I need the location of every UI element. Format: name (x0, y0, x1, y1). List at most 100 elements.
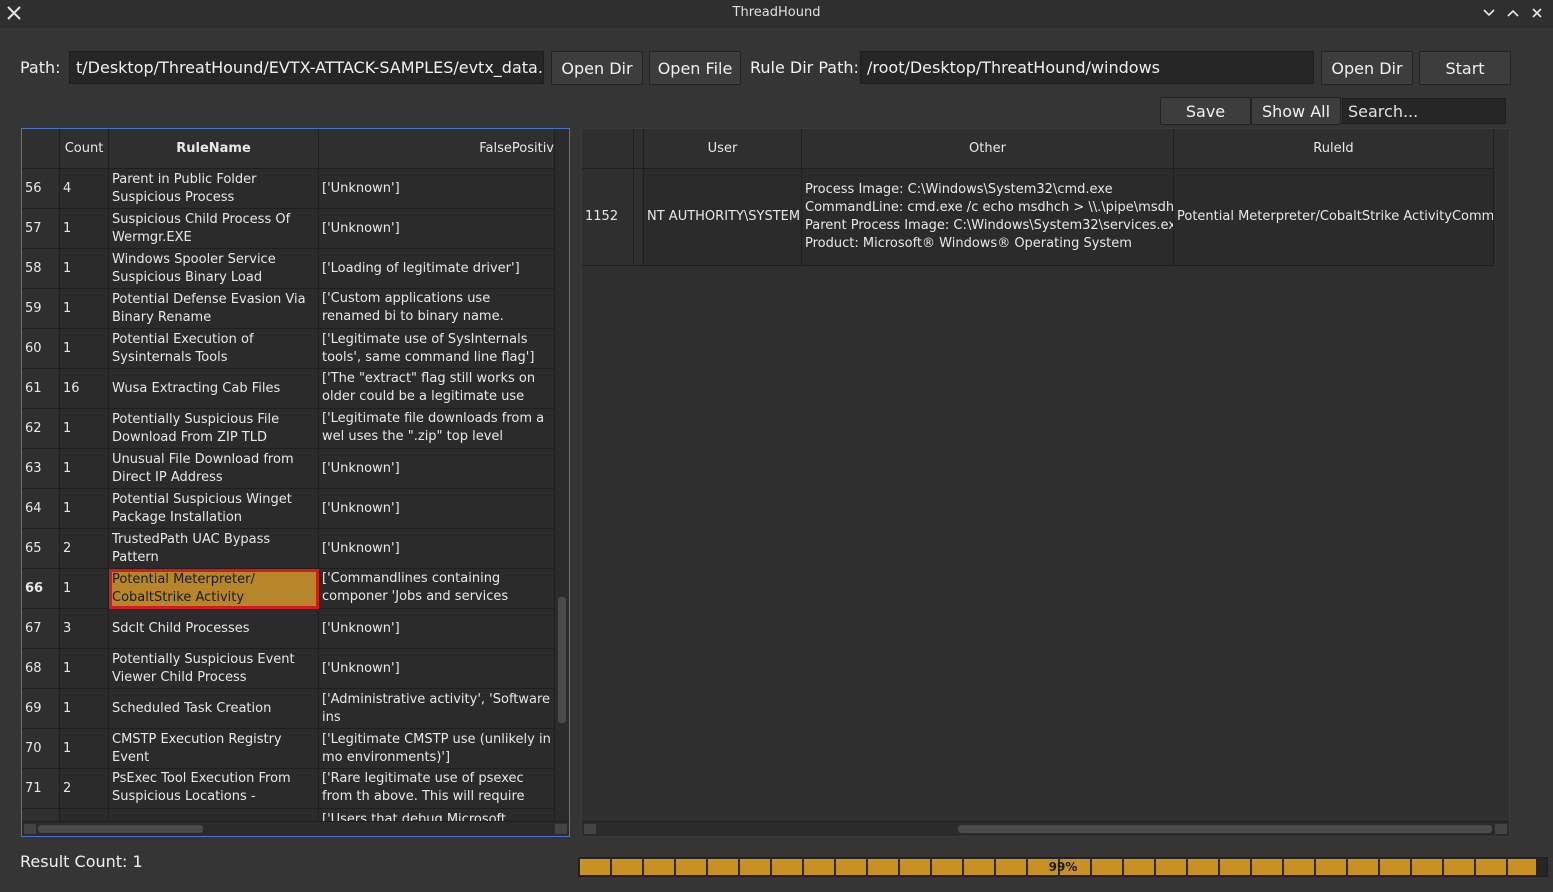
count-cell[interactable]: 2 (59, 528, 109, 569)
row-index[interactable]: 62 (22, 408, 60, 449)
table-row[interactable]: 68 1 Potentially Suspicious Event Viewer C… (22, 648, 555, 689)
events-scroll-right-icon[interactable] (1495, 824, 1507, 834)
corner-header[interactable] (22, 129, 60, 169)
save-button[interactable]: Save (1160, 97, 1251, 125)
rule-open-dir-button[interactable]: Open Dir (1321, 51, 1413, 85)
row-index[interactable]: 57 (22, 208, 60, 249)
table-row[interactable]: 65 2 TrustedPath UAC Bypass Pattern ['Unkno… (22, 528, 555, 569)
table-row[interactable]: 63 1 Unusual File Download from Direct IP … (22, 448, 555, 489)
search-field[interactable] (1342, 98, 1506, 124)
rule-name-cell[interactable]: Windows Spooler Service Suspicious Binar… (108, 248, 319, 289)
row-index[interactable]: 70 (22, 728, 60, 769)
close-window-icon[interactable] (1527, 3, 1547, 23)
row-index[interactable]: 58 (22, 248, 60, 289)
false-positive-cell[interactable]: ['Unknown'] (318, 208, 555, 249)
table-row[interactable]: 57 1 Suspicious Child Process Of Wermgr.EX… (22, 208, 555, 249)
events-spacer-header[interactable] (633, 129, 644, 169)
rule-name-cell[interactable]: Wusa Extracting Cab Files (108, 368, 319, 409)
count-cell[interactable]: 16 (59, 368, 109, 409)
count-cell[interactable]: 1 (59, 728, 109, 769)
false-positive-cell[interactable]: ['Unknown'] (318, 168, 555, 209)
false-positive-cell[interactable]: ['Administrative activity', 'Software in… (318, 688, 555, 729)
rule-id-header[interactable]: RuleId (1173, 129, 1494, 169)
table-row[interactable]: 60 1 Potential Execution of Sysinternals T… (22, 328, 555, 369)
row-index[interactable]: 67 (22, 608, 60, 649)
false-positive-cell[interactable]: ['Unknown'] (318, 488, 555, 529)
table-row[interactable]: 61 16 Wusa Extracting Cab Files ['The "extr… (22, 368, 555, 409)
false-positive-cell[interactable]: ['Unknown'] (318, 608, 555, 649)
rules-horizontal-scroll-thumb[interactable] (38, 825, 203, 833)
rule-name-cell[interactable]: Parent in Public Folder Suspicious Proce… (108, 168, 319, 209)
events-corner-header[interactable] (582, 129, 634, 169)
rules-horizontal-scrollbar[interactable] (22, 821, 569, 836)
false-positive-cell[interactable]: ['Unknown'] (318, 448, 555, 489)
false-positive-cell[interactable]: ['The "extract" flag still works on olde… (318, 368, 555, 409)
count-cell[interactable]: 1 (59, 448, 109, 489)
false-positive-cell[interactable]: ['Rare legitimate use of psexec from th … (318, 768, 555, 809)
table-row[interactable]: 64 1 Potential Suspicious Winget Package I… (22, 488, 555, 529)
table-row[interactable]: 1152 NT AUTHORITY\SYSTEM Process Image: C:… (582, 168, 1494, 266)
rules-vertical-scrollbar[interactable] (554, 129, 569, 822)
rule-name-cell[interactable]: PsExec Tool Execution From Suspicious Lo… (108, 768, 319, 809)
rule-name-cell[interactable]: TrustedPath UAC Bypass Pattern (108, 528, 319, 569)
count-cell[interactable]: 4 (59, 168, 109, 209)
false-positive-cell[interactable]: ['Unknown'] (318, 648, 555, 689)
row-index[interactable]: 61 (22, 368, 60, 409)
false-positive-cell[interactable]: ['Legitimate use of SysInternals tools',… (318, 328, 555, 369)
row-index[interactable]: 71 (22, 768, 60, 809)
open-dir-button[interactable]: Open Dir (551, 51, 643, 85)
table-row[interactable]: 67 3 Sdclt Child Processes ['Unknown'] (22, 608, 555, 649)
row-index[interactable]: 65 (22, 528, 60, 569)
row-index[interactable]: 60 (22, 328, 60, 369)
false-positive-cell[interactable]: ['Custom applications use renamed bi to … (318, 288, 555, 329)
row-index[interactable]: 64 (22, 488, 60, 529)
rules-vertical-scroll-thumb[interactable] (558, 597, 566, 723)
user-header[interactable]: User (643, 129, 802, 169)
count-cell[interactable]: 1 (59, 248, 109, 289)
row-index[interactable]: 66 (22, 568, 60, 609)
row-index[interactable]: 59 (22, 288, 60, 329)
rule-name-cell[interactable]: CMSTP Execution Registry Event (108, 728, 319, 769)
rule-name-cell[interactable]: Potential Defense Evasion Via Binary Ren… (108, 288, 319, 329)
other-cell[interactable]: Process Image: C:\Windows\System32\cmd.e… (801, 168, 1174, 266)
path-input[interactable]: t/Desktop/ThreatHound/EVTX-ATTACK-SAMPLE… (69, 51, 544, 84)
row-index[interactable]: 69 (22, 688, 60, 729)
count-cell[interactable]: 1 (59, 208, 109, 249)
table-row[interactable]: 70 1 CMSTP Execution Registry Event ['Legit… (22, 728, 555, 769)
scroll-left-icon[interactable] (24, 824, 36, 834)
table-row[interactable]: 62 1 Potentially Suspicious File Download … (22, 408, 555, 449)
table-row[interactable]: 56 4 Parent in Public Folder Suspicious Pr… (22, 168, 555, 209)
rule-name-cell[interactable]: Potentially Suspicious File Download Fro… (108, 408, 319, 449)
other-header[interactable]: Other (801, 129, 1174, 169)
count-cell[interactable]: 1 (59, 328, 109, 369)
rule-name-cell[interactable]: Potential Meterpreter/ CobaltStrike Acti… (108, 568, 319, 609)
count-cell[interactable]: 1 (59, 568, 109, 609)
rule-name-cell[interactable]: Potential Execution of Sysinternals Tool… (108, 328, 319, 369)
row-index[interactable]: 68 (22, 648, 60, 689)
event-id-cell[interactable]: 1152 (582, 168, 634, 266)
rule-name-cell[interactable]: Potential Suspicious Winget Package Inst… (108, 488, 319, 529)
false-positive-cell[interactable]: ['Commandlines containing componer 'Jobs… (318, 568, 555, 609)
show-all-button[interactable]: Show All (1251, 97, 1341, 125)
open-file-button[interactable]: Open File (649, 51, 741, 85)
count-cell[interactable]: 1 (59, 648, 109, 689)
count-cell[interactable]: 1 (59, 688, 109, 729)
table-row[interactable]: 59 1 Potential Defense Evasion Via Binary … (22, 288, 555, 329)
count-cell[interactable]: 1 (59, 408, 109, 449)
events-horizontal-scrollbar[interactable] (582, 821, 1509, 836)
false-positive-cell[interactable]: ['Legitimate file downloads from a wel u… (318, 408, 555, 449)
event-spacer-cell[interactable] (633, 168, 644, 266)
start-button[interactable]: Start (1419, 51, 1511, 85)
table-row[interactable]: 69 1 Scheduled Task Creation ['Administrati… (22, 688, 555, 729)
count-cell[interactable]: 1 (59, 288, 109, 329)
row-index[interactable]: 63 (22, 448, 60, 489)
false-positive-cell[interactable]: ['Legitimate CMSTP use (unlikely in mo e… (318, 728, 555, 769)
table-row[interactable]: 58 1 Windows Spooler Service Suspicious Bi… (22, 248, 555, 289)
row-index[interactable]: 56 (22, 168, 60, 209)
count-cell[interactable]: 3 (59, 608, 109, 649)
search-input[interactable] (1348, 101, 1500, 121)
rule-id-cell[interactable]: Potential Meterpreter/CobaltStrike Activ… (1173, 168, 1494, 266)
false-positive-header[interactable]: FalsePositiv (318, 129, 555, 169)
table-row[interactable]: 66 1 Potential Meterpreter/ CobaltStrike A… (22, 568, 555, 609)
rule-name-cell[interactable]: Sdclt Child Processes (108, 608, 319, 649)
